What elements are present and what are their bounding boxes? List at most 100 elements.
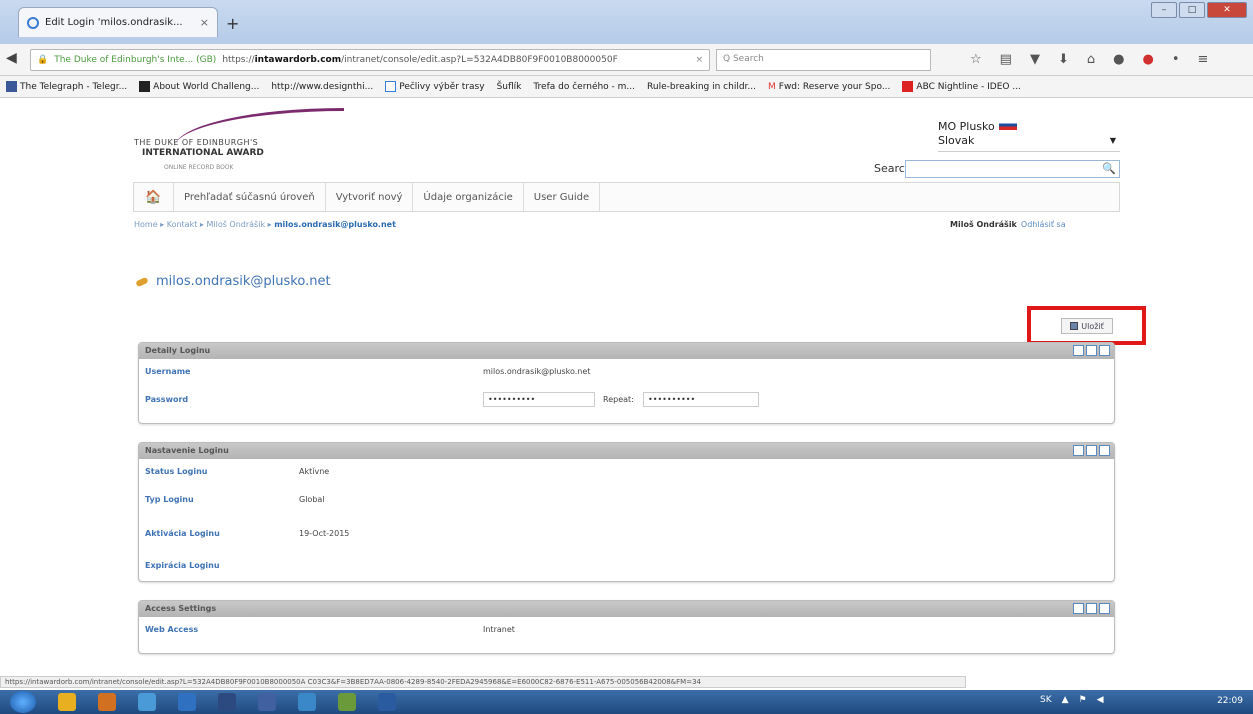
adblock-icon[interactable]: ● xyxy=(1142,52,1153,67)
toolbar-icons: ☆ ▤ ▼ ⬇ ⌂ ● ● • ≡ xyxy=(970,52,1208,67)
back-arrow-icon[interactable]: ◀ xyxy=(6,50,26,70)
status-label: Status Loginu xyxy=(145,467,208,476)
app-icon[interactable] xyxy=(378,693,396,711)
bookmark-star-icon[interactable]: ☆ xyxy=(970,52,982,67)
dot-icon[interactable]: • xyxy=(1172,52,1180,67)
menu-item-organization[interactable]: Údaje organizácie xyxy=(413,183,524,211)
app-icon[interactable] xyxy=(338,693,356,711)
system-tray: SK ▲ ⚑ ◀ xyxy=(1040,695,1104,705)
close-window-button[interactable]: ✕ xyxy=(1207,2,1247,18)
language-select[interactable]: Slovak ▼ xyxy=(938,134,1120,152)
restore-panel-icon[interactable] xyxy=(1086,345,1097,356)
browser-status-bar: https://intawardorb.com/intranet/console… xyxy=(0,676,966,688)
organization-name: MO Plusko xyxy=(938,120,1017,133)
restore-panel-icon[interactable] xyxy=(1086,445,1097,456)
panel-header: Detaily Loginu xyxy=(139,343,1114,359)
type-value: Global xyxy=(299,495,325,504)
browser-navbar: ◀ 🔒 The Duke of Edinburgh's Inte... (GB)… xyxy=(0,44,1253,76)
skype-icon[interactable] xyxy=(258,693,276,711)
word-icon[interactable] xyxy=(298,693,316,711)
bookmark-favicon-icon xyxy=(385,81,397,92)
maximize-panel-icon[interactable] xyxy=(1099,445,1110,456)
bookmark-item[interactable]: ABC Nightline - IDEO ... xyxy=(902,81,1029,92)
clear-url-icon[interactable]: × xyxy=(695,55,703,65)
menu-item-create[interactable]: Vytvoriť nový xyxy=(326,183,414,211)
start-button[interactable] xyxy=(10,691,36,713)
reading-list-icon[interactable]: ▤ xyxy=(1000,52,1012,67)
browser-search-input[interactable]: Q Search xyxy=(716,49,931,71)
home-icon[interactable]: 🏠 xyxy=(134,183,174,211)
panel-controls xyxy=(1073,445,1110,456)
volume-icon[interactable]: ◀ xyxy=(1097,695,1104,705)
home-icon[interactable]: ⌂ xyxy=(1087,52,1095,67)
bookmark-item[interactable]: The Telegraph - Telegr... xyxy=(6,81,135,92)
site-identity: The Duke of Edinburgh's Inte... (GB) xyxy=(54,55,217,65)
panel-header: Nastavenie Loginu xyxy=(139,443,1114,459)
browser-titlebar: Edit Login 'milos.ondrasik... × + – □ ✕ xyxy=(0,0,1253,44)
new-tab-button[interactable]: + xyxy=(226,14,239,33)
search-icon[interactable]: 🔍 xyxy=(1102,162,1116,175)
chevron-down-icon: ▼ xyxy=(1109,136,1116,145)
username-label: Username xyxy=(145,367,191,376)
bookmark-item[interactable]: http://www.designthi... xyxy=(271,82,381,92)
bookmark-item[interactable]: Trefa do černého - m... xyxy=(533,82,643,92)
bookmark-item[interactable]: M Fwd: Reserve your Spo... xyxy=(768,82,898,92)
breadcrumb-person[interactable]: Miloš Ondrášik xyxy=(206,220,265,229)
search-input[interactable]: 🔍 xyxy=(905,160,1120,178)
breadcrumb-home[interactable]: Home xyxy=(134,220,158,229)
main-menu: 🏠 Prehľadať súčasnú úroveň Vytvoriť nový… xyxy=(133,182,1120,212)
bookmark-item[interactable]: About World Challeng... xyxy=(139,81,267,92)
password-field[interactable]: •••••••••• xyxy=(483,392,595,407)
clock: 22:09 xyxy=(1217,696,1243,706)
address-bar[interactable]: 🔒 The Duke of Edinburgh's Inte... (GB) h… xyxy=(30,49,710,71)
repeat-password-field[interactable]: •••••••••• xyxy=(643,392,759,407)
browser-tab[interactable]: Edit Login 'milos.ondrasik... × xyxy=(18,7,218,37)
minimize-button[interactable]: – xyxy=(1151,2,1177,18)
flag-icon[interactable]: ⚑ xyxy=(1079,695,1087,705)
breadcrumb-contact[interactable]: Kontakt xyxy=(167,220,198,229)
bookmark-item[interactable]: Rule-breaking in childr... xyxy=(647,82,764,92)
language-indicator[interactable]: SK xyxy=(1040,695,1052,705)
maximize-button[interactable]: □ xyxy=(1179,2,1205,18)
username-value: milos.ondrasik@plusko.net xyxy=(483,367,591,376)
minimize-panel-icon[interactable] xyxy=(1073,603,1084,614)
minimize-panel-icon[interactable] xyxy=(1073,345,1084,356)
app-icon[interactable] xyxy=(218,693,236,711)
bookmark-item[interactable]: Šuflík xyxy=(497,82,530,92)
award-logo[interactable]: THE DUKE OF EDINBURGH'S INTERNATIONAL AW… xyxy=(134,108,344,178)
tab-close-icon[interactable]: × xyxy=(200,16,209,29)
maximize-panel-icon[interactable] xyxy=(1099,603,1110,614)
logout-link[interactable]: Odhlásiť sa xyxy=(1021,220,1066,229)
bookmark-item[interactable]: Pečlivy výběr trasy xyxy=(385,81,492,92)
panel-controls xyxy=(1073,603,1110,614)
tab-title: Edit Login 'milos.ondrasik... xyxy=(45,17,183,28)
menu-item-user-guide[interactable]: User Guide xyxy=(524,183,601,211)
password-label: Password xyxy=(145,395,189,404)
extension-icon[interactable]: ● xyxy=(1113,52,1124,67)
url-text: https://intawardorb.com/intranet/console… xyxy=(222,55,618,65)
restore-panel-icon[interactable] xyxy=(1086,603,1097,614)
menu-item-browse[interactable]: Prehľadať súčasnú úroveň xyxy=(174,183,326,211)
gmail-icon: M xyxy=(768,81,776,92)
type-label: Typ Loginu xyxy=(145,495,194,504)
web-access-value: Intranet xyxy=(483,625,515,634)
download-icon[interactable]: ⬇ xyxy=(1058,52,1069,67)
page-title: milos.ondrasik@plusko.net xyxy=(135,274,331,289)
panel-header: Access Settings xyxy=(139,601,1114,617)
ie-icon[interactable] xyxy=(178,693,196,711)
minimize-panel-icon[interactable] xyxy=(1073,445,1084,456)
explorer-icon[interactable] xyxy=(58,693,76,711)
repeat-label: Repeat: xyxy=(603,395,634,404)
bookmark-favicon-icon xyxy=(139,81,151,92)
expiry-label: Expirácia Loginu xyxy=(145,561,220,570)
menu-icon[interactable]: ≡ xyxy=(1197,52,1208,67)
pocket-icon[interactable]: ▼ xyxy=(1030,52,1040,67)
media-icon[interactable] xyxy=(98,693,116,711)
taskbar: SK ▲ ⚑ ◀ 22:09 xyxy=(0,690,1253,714)
loading-icon xyxy=(27,16,39,29)
web-access-label: Web Access xyxy=(145,625,199,634)
app-icon[interactable] xyxy=(138,693,156,711)
network-icon[interactable]: ▲ xyxy=(1062,695,1069,705)
slovak-flag-icon xyxy=(998,120,1017,130)
maximize-panel-icon[interactable] xyxy=(1099,345,1110,356)
